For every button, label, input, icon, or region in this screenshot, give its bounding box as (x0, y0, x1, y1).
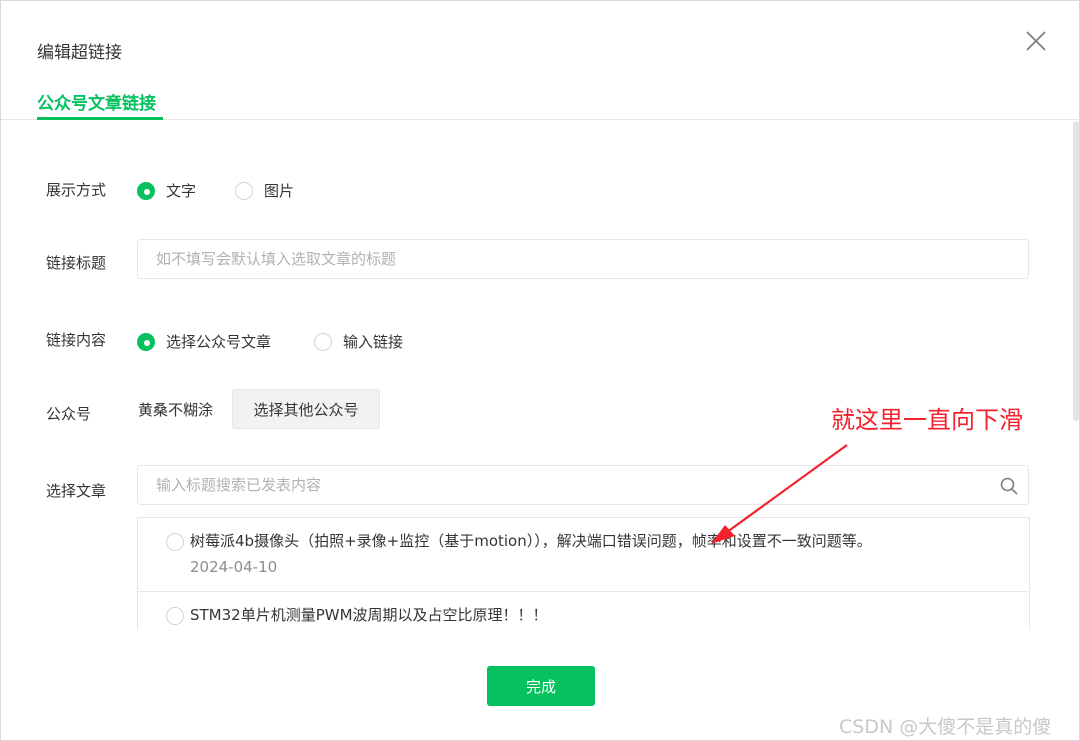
article-list[interactable]: 树莓派4b摄像头（拍照+录像+监控（基于motion）），解决端口错误问题，帧率… (137, 517, 1030, 630)
scrollbar[interactable] (1073, 121, 1079, 421)
radio-unchecked-icon (314, 332, 332, 351)
done-button[interactable]: 完成 (487, 666, 595, 706)
article-date: 2024-04-10 (190, 558, 278, 576)
display-mode-label: 展示方式 (46, 181, 107, 199)
radio-label: 图片 (264, 182, 295, 200)
link-title-label: 链接标题 (46, 254, 107, 272)
tab-article-link[interactable]: 公众号文章链接 (37, 89, 156, 114)
radio-display-image[interactable]: 图片 (235, 180, 294, 201)
list-item[interactable]: 树莓派4b摄像头（拍照+录像+监控（基于motion）），解决端口错误问题，帧率… (138, 518, 1029, 592)
link-title-input[interactable] (137, 239, 1029, 279)
select-article-label: 选择文章 (46, 482, 107, 500)
select-other-account-button[interactable]: 选择其他公众号 (232, 389, 380, 429)
radio-display-text[interactable]: 文字 (137, 180, 196, 201)
tab-active-indicator (37, 117, 163, 120)
radio-label: 文字 (166, 182, 197, 200)
radio-unchecked-icon (235, 181, 253, 200)
dialog-title: 编辑超链接 (37, 43, 122, 63)
account-label: 公众号 (46, 405, 92, 423)
radio-label: 输入链接 (343, 333, 404, 351)
account-name: 黄桑不糊涂 (138, 401, 214, 419)
radio-unchecked-icon[interactable] (166, 607, 184, 625)
article-search-input[interactable] (137, 465, 1029, 505)
watermark: CSDN @大傻不是真的傻 (839, 716, 1052, 738)
radio-checked-icon (137, 332, 155, 351)
annotation-text: 就这里一直向下滑 (831, 406, 1023, 434)
link-content-label: 链接内容 (46, 331, 107, 349)
radio-input-link[interactable]: 输入链接 (314, 331, 403, 352)
radio-label: 选择公众号文章 (166, 333, 272, 351)
annotation-arrow-icon (711, 444, 848, 544)
radio-unchecked-icon[interactable] (166, 533, 184, 551)
article-title: STM32单片机测量PWM波周期以及占空比原理！！！ (190, 606, 548, 624)
close-icon[interactable] (1023, 28, 1049, 54)
edit-hyperlink-dialog: 编辑超链接 公众号文章链接 展示方式 文字 图片 链接标题 链接内容 选择公众号… (0, 0, 1080, 741)
radio-select-article[interactable]: 选择公众号文章 (137, 331, 271, 352)
radio-checked-icon (137, 181, 155, 200)
search-icon[interactable] (999, 476, 1019, 496)
list-item[interactable]: STM32单片机测量PWM波周期以及占空比原理！！！ (138, 592, 1029, 630)
